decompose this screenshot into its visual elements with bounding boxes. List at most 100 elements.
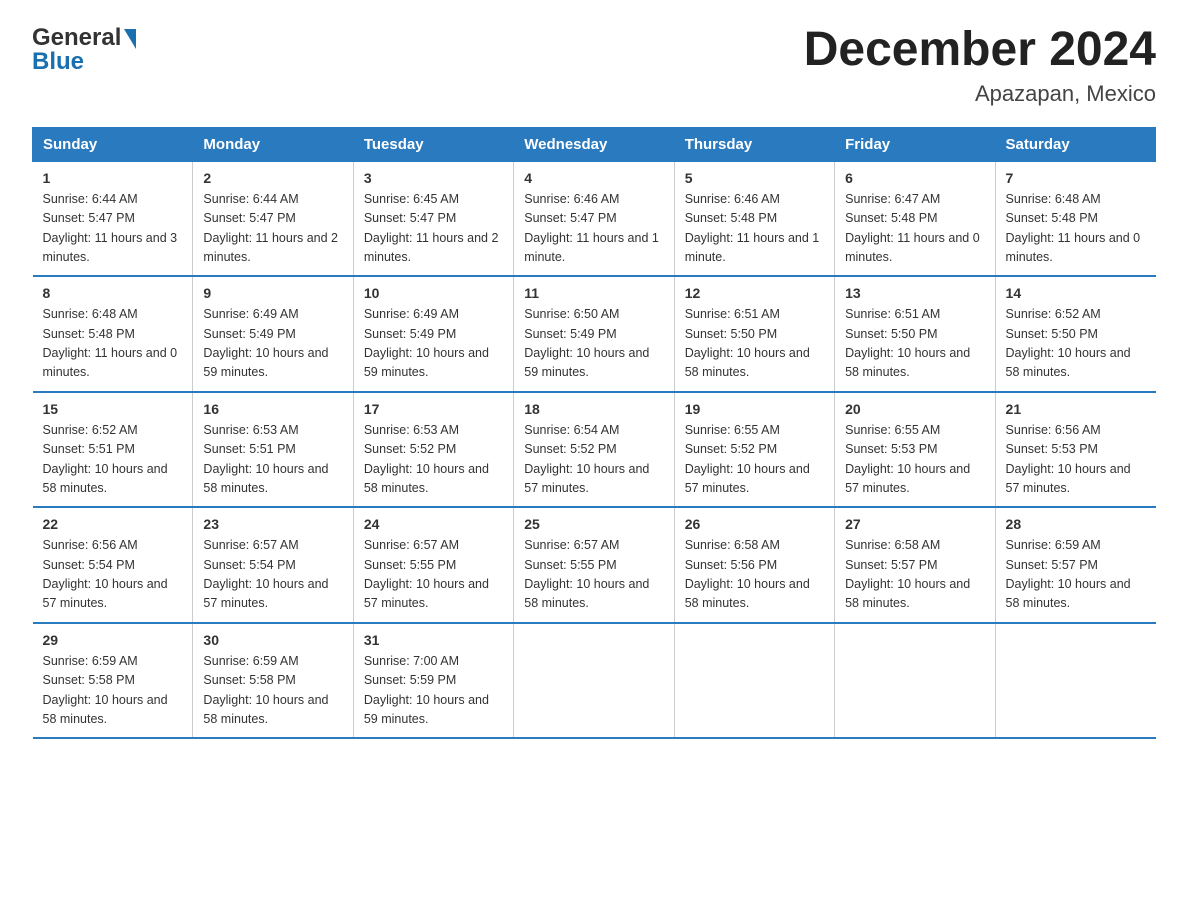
day-cell: 31 Sunrise: 7:00 AMSunset: 5:59 PMDaylig… [353, 623, 513, 739]
header-day-saturday: Saturday [995, 127, 1155, 161]
day-cell: 6 Sunrise: 6:47 AMSunset: 5:48 PMDayligh… [835, 161, 995, 276]
day-info: Sunrise: 6:48 AMSunset: 5:48 PMDaylight:… [1006, 192, 1141, 264]
day-cell: 18 Sunrise: 6:54 AMSunset: 5:52 PMDaylig… [514, 392, 674, 508]
day-cell: 1 Sunrise: 6:44 AMSunset: 5:47 PMDayligh… [33, 161, 193, 276]
day-number: 5 [685, 170, 824, 186]
month-title: December 2024 [804, 24, 1156, 77]
day-cell: 19 Sunrise: 6:55 AMSunset: 5:52 PMDaylig… [674, 392, 834, 508]
day-number: 7 [1006, 170, 1146, 186]
day-info: Sunrise: 6:51 AMSunset: 5:50 PMDaylight:… [845, 307, 970, 379]
day-cell: 22 Sunrise: 6:56 AMSunset: 5:54 PMDaylig… [33, 507, 193, 623]
day-number: 24 [364, 516, 503, 532]
day-info: Sunrise: 6:58 AMSunset: 5:56 PMDaylight:… [685, 538, 810, 610]
day-number: 27 [845, 516, 984, 532]
day-cell: 21 Sunrise: 6:56 AMSunset: 5:53 PMDaylig… [995, 392, 1155, 508]
day-info: Sunrise: 6:49 AMSunset: 5:49 PMDaylight:… [203, 307, 328, 379]
day-number: 6 [845, 170, 984, 186]
header-day-tuesday: Tuesday [353, 127, 513, 161]
day-cell: 17 Sunrise: 6:53 AMSunset: 5:52 PMDaylig… [353, 392, 513, 508]
day-cell: 27 Sunrise: 6:58 AMSunset: 5:57 PMDaylig… [835, 507, 995, 623]
day-info: Sunrise: 6:52 AMSunset: 5:51 PMDaylight:… [43, 423, 168, 495]
day-number: 28 [1006, 516, 1146, 532]
day-info: Sunrise: 6:48 AMSunset: 5:48 PMDaylight:… [43, 307, 178, 379]
day-cell: 10 Sunrise: 6:49 AMSunset: 5:49 PMDaylig… [353, 276, 513, 392]
day-info: Sunrise: 6:50 AMSunset: 5:49 PMDaylight:… [524, 307, 649, 379]
day-info: Sunrise: 6:59 AMSunset: 5:57 PMDaylight:… [1006, 538, 1131, 610]
day-cell [514, 623, 674, 739]
day-number: 12 [685, 285, 824, 301]
day-info: Sunrise: 6:56 AMSunset: 5:53 PMDaylight:… [1006, 423, 1131, 495]
day-number: 20 [845, 401, 984, 417]
page-header: General Blue December 2024 Apazapan, Mex… [32, 24, 1156, 107]
day-number: 18 [524, 401, 663, 417]
day-cell: 23 Sunrise: 6:57 AMSunset: 5:54 PMDaylig… [193, 507, 353, 623]
day-info: Sunrise: 6:56 AMSunset: 5:54 PMDaylight:… [43, 538, 168, 610]
day-cell: 28 Sunrise: 6:59 AMSunset: 5:57 PMDaylig… [995, 507, 1155, 623]
day-number: 31 [364, 632, 503, 648]
day-cell [835, 623, 995, 739]
day-info: Sunrise: 6:55 AMSunset: 5:53 PMDaylight:… [845, 423, 970, 495]
day-cell: 4 Sunrise: 6:46 AMSunset: 5:47 PMDayligh… [514, 161, 674, 276]
day-info: Sunrise: 6:49 AMSunset: 5:49 PMDaylight:… [364, 307, 489, 379]
day-info: Sunrise: 6:59 AMSunset: 5:58 PMDaylight:… [43, 654, 168, 726]
day-cell: 12 Sunrise: 6:51 AMSunset: 5:50 PMDaylig… [674, 276, 834, 392]
day-number: 16 [203, 401, 342, 417]
day-number: 22 [43, 516, 183, 532]
week-row-3: 15 Sunrise: 6:52 AMSunset: 5:51 PMDaylig… [33, 392, 1156, 508]
day-cell [674, 623, 834, 739]
day-info: Sunrise: 6:52 AMSunset: 5:50 PMDaylight:… [1006, 307, 1131, 379]
day-info: Sunrise: 6:55 AMSunset: 5:52 PMDaylight:… [685, 423, 810, 495]
day-cell: 14 Sunrise: 6:52 AMSunset: 5:50 PMDaylig… [995, 276, 1155, 392]
day-cell: 2 Sunrise: 6:44 AMSunset: 5:47 PMDayligh… [193, 161, 353, 276]
day-cell: 20 Sunrise: 6:55 AMSunset: 5:53 PMDaylig… [835, 392, 995, 508]
day-number: 10 [364, 285, 503, 301]
day-info: Sunrise: 6:57 AMSunset: 5:55 PMDaylight:… [524, 538, 649, 610]
week-row-1: 1 Sunrise: 6:44 AMSunset: 5:47 PMDayligh… [33, 161, 1156, 276]
logo-blue-text: Blue [32, 48, 84, 76]
week-row-5: 29 Sunrise: 6:59 AMSunset: 5:58 PMDaylig… [33, 623, 1156, 739]
day-number: 29 [43, 632, 183, 648]
title-block: December 2024 Apazapan, Mexico [804, 24, 1156, 107]
day-info: Sunrise: 6:53 AMSunset: 5:52 PMDaylight:… [364, 423, 489, 495]
day-number: 1 [43, 170, 183, 186]
day-number: 3 [364, 170, 503, 186]
day-number: 15 [43, 401, 183, 417]
day-number: 25 [524, 516, 663, 532]
day-info: Sunrise: 6:57 AMSunset: 5:55 PMDaylight:… [364, 538, 489, 610]
day-cell: 16 Sunrise: 6:53 AMSunset: 5:51 PMDaylig… [193, 392, 353, 508]
location-title: Apazapan, Mexico [804, 81, 1156, 107]
day-number: 4 [524, 170, 663, 186]
day-info: Sunrise: 6:46 AMSunset: 5:47 PMDaylight:… [524, 192, 659, 264]
day-cell: 11 Sunrise: 6:50 AMSunset: 5:49 PMDaylig… [514, 276, 674, 392]
day-cell: 29 Sunrise: 6:59 AMSunset: 5:58 PMDaylig… [33, 623, 193, 739]
day-number: 11 [524, 285, 663, 301]
day-cell: 5 Sunrise: 6:46 AMSunset: 5:48 PMDayligh… [674, 161, 834, 276]
day-number: 17 [364, 401, 503, 417]
header-day-sunday: Sunday [33, 127, 193, 161]
day-info: Sunrise: 6:51 AMSunset: 5:50 PMDaylight:… [685, 307, 810, 379]
day-number: 19 [685, 401, 824, 417]
header-day-thursday: Thursday [674, 127, 834, 161]
day-number: 8 [43, 285, 183, 301]
header-day-friday: Friday [835, 127, 995, 161]
day-cell: 15 Sunrise: 6:52 AMSunset: 5:51 PMDaylig… [33, 392, 193, 508]
header-day-monday: Monday [193, 127, 353, 161]
day-cell: 26 Sunrise: 6:58 AMSunset: 5:56 PMDaylig… [674, 507, 834, 623]
day-info: Sunrise: 6:47 AMSunset: 5:48 PMDaylight:… [845, 192, 980, 264]
day-number: 9 [203, 285, 342, 301]
day-number: 26 [685, 516, 824, 532]
day-number: 30 [203, 632, 342, 648]
day-cell: 13 Sunrise: 6:51 AMSunset: 5:50 PMDaylig… [835, 276, 995, 392]
logo: General Blue [32, 24, 136, 76]
day-info: Sunrise: 6:54 AMSunset: 5:52 PMDaylight:… [524, 423, 649, 495]
day-number: 23 [203, 516, 342, 532]
day-info: Sunrise: 7:00 AMSunset: 5:59 PMDaylight:… [364, 654, 489, 726]
day-cell: 3 Sunrise: 6:45 AMSunset: 5:47 PMDayligh… [353, 161, 513, 276]
calendar-table: SundayMondayTuesdayWednesdayThursdayFrid… [32, 127, 1156, 740]
day-cell: 9 Sunrise: 6:49 AMSunset: 5:49 PMDayligh… [193, 276, 353, 392]
day-info: Sunrise: 6:58 AMSunset: 5:57 PMDaylight:… [845, 538, 970, 610]
day-info: Sunrise: 6:59 AMSunset: 5:58 PMDaylight:… [203, 654, 328, 726]
day-cell: 30 Sunrise: 6:59 AMSunset: 5:58 PMDaylig… [193, 623, 353, 739]
day-info: Sunrise: 6:53 AMSunset: 5:51 PMDaylight:… [203, 423, 328, 495]
day-cell: 25 Sunrise: 6:57 AMSunset: 5:55 PMDaylig… [514, 507, 674, 623]
